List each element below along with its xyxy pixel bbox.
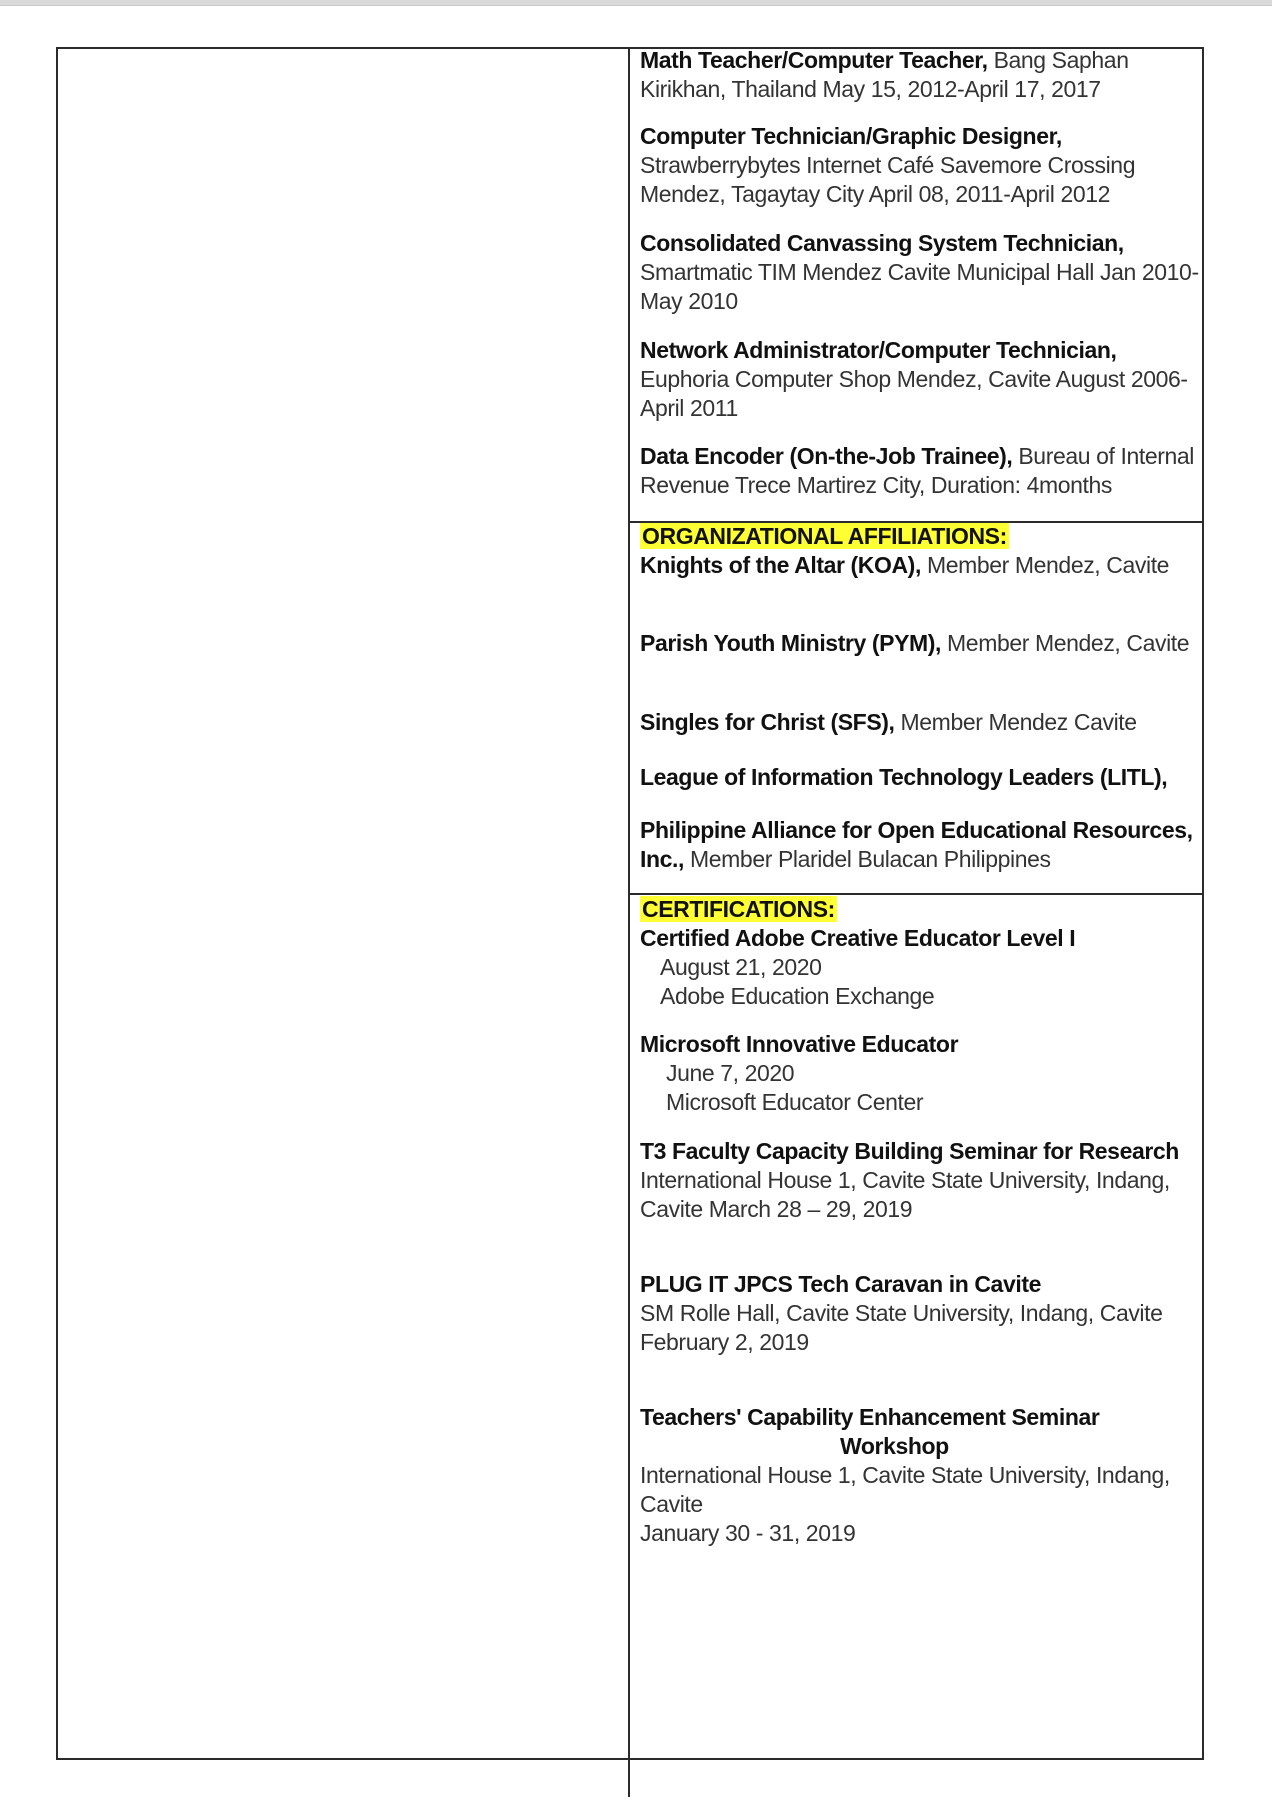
section-divider-certifications — [628, 893, 1204, 895]
certification-entry: Microsoft Innovative Educator June 7, 20… — [640, 1030, 1200, 1117]
affiliation-entry: Parish Youth Ministry (PYM), Member Mend… — [640, 629, 1200, 658]
table-bottom-border — [56, 1758, 1204, 1760]
entry-title: Computer Technician/Graphic Designer, — [640, 123, 1062, 149]
certification-date: January 30 - 31, 2019 — [640, 1520, 856, 1546]
entry-title: Knights of the Altar (KOA), — [640, 552, 921, 578]
affiliation-entry: Knights of the Altar (KOA), Member Mende… — [640, 551, 1200, 580]
certification-date: June 7, 2020 — [666, 1060, 795, 1086]
entry-details: Member Mendez Cavite — [900, 709, 1138, 735]
certification-entry: Teachers' Capability Enhancement Seminar… — [640, 1403, 1200, 1548]
entry-details: Member Plaridel Bulacan Philippines — [690, 846, 1051, 872]
certification-title: PLUG IT JPCS Tech Caravan in Cavite — [640, 1271, 1041, 1297]
affiliation-entry: Philippine Alliance for Open Educational… — [640, 816, 1200, 874]
certification-entry: T3 Faculty Capacity Building Seminar for… — [640, 1137, 1200, 1224]
experience-entry: Computer Technician/Graphic Designer, St… — [640, 122, 1200, 209]
affiliation-entry: Singles for Christ (SFS), Member Mendez … — [640, 708, 1200, 737]
entry-details: Strawberrybytes Internet Café Savemore C… — [640, 152, 1136, 207]
certification-title: T3 Faculty Capacity Building Seminar for… — [640, 1138, 1179, 1164]
entry-title: Consolidated Canvassing System Technicia… — [640, 230, 1124, 256]
certifications-heading: CERTIFICATIONS: — [640, 896, 837, 922]
entry-details: Member Mendez, Cavite — [947, 630, 1190, 656]
certification-title: Teachers' Capability Enhancement Seminar — [640, 1404, 1100, 1430]
column-divider — [628, 47, 630, 1797]
certification-issuer: Adobe Education Exchange — [660, 983, 935, 1009]
entry-title: League of Information Technology Leaders… — [640, 764, 1168, 790]
entry-title: Network Administrator/Computer Technicia… — [640, 337, 1117, 363]
experience-entry: Math Teacher/Computer Teacher, Bang Saph… — [640, 46, 1200, 104]
certification-date: February 2, 2019 — [640, 1329, 809, 1355]
certification-issuer: Microsoft Educator Center — [666, 1089, 924, 1115]
entry-title: Math Teacher/Computer Teacher, — [640, 47, 988, 73]
entry-details: Smartmatic TIM Mendez Cavite Municipal H… — [640, 259, 1199, 314]
experience-entry: Network Administrator/Computer Technicia… — [640, 336, 1200, 423]
certification-title: Certified Adobe Creative Educator Level … — [640, 925, 1076, 951]
experience-entry: Consolidated Canvassing System Technicia… — [640, 229, 1200, 316]
certification-entry: Certified Adobe Creative Educator Level … — [640, 924, 1200, 1011]
certification-entry: PLUG IT JPCS Tech Caravan in Cavite SM R… — [640, 1270, 1200, 1357]
certification-venue: International House 1, Cavite State Univ… — [640, 1167, 1170, 1222]
certification-venue: International House 1, Cavite State Univ… — [640, 1462, 1170, 1517]
certification-venue: SM Rolle Hall, Cavite State University, … — [640, 1300, 1163, 1326]
entry-title: Singles for Christ (SFS), — [640, 709, 895, 735]
entry-details: Euphoria Computer Shop Mendez, Cavite Au… — [640, 366, 1188, 421]
experience-entry: Data Encoder (On-the-Job Trainee), Burea… — [640, 442, 1200, 500]
certification-date: August 21, 2020 — [660, 954, 822, 980]
page-top-edge — [0, 0, 1272, 6]
entry-title: Data Encoder (On-the-Job Trainee), — [640, 443, 1013, 469]
entry-details: Member Mendez, Cavite — [926, 552, 1170, 578]
entry-title: Parish Youth Ministry (PYM), — [640, 630, 942, 656]
certification-title-continued: Workshop — [840, 1433, 949, 1459]
certification-title: Microsoft Innovative Educator — [640, 1031, 959, 1057]
affiliations-heading: ORGANIZATIONAL AFFILIATIONS: — [640, 523, 1009, 549]
affiliation-entry: League of Information Technology Leaders… — [640, 763, 1200, 792]
